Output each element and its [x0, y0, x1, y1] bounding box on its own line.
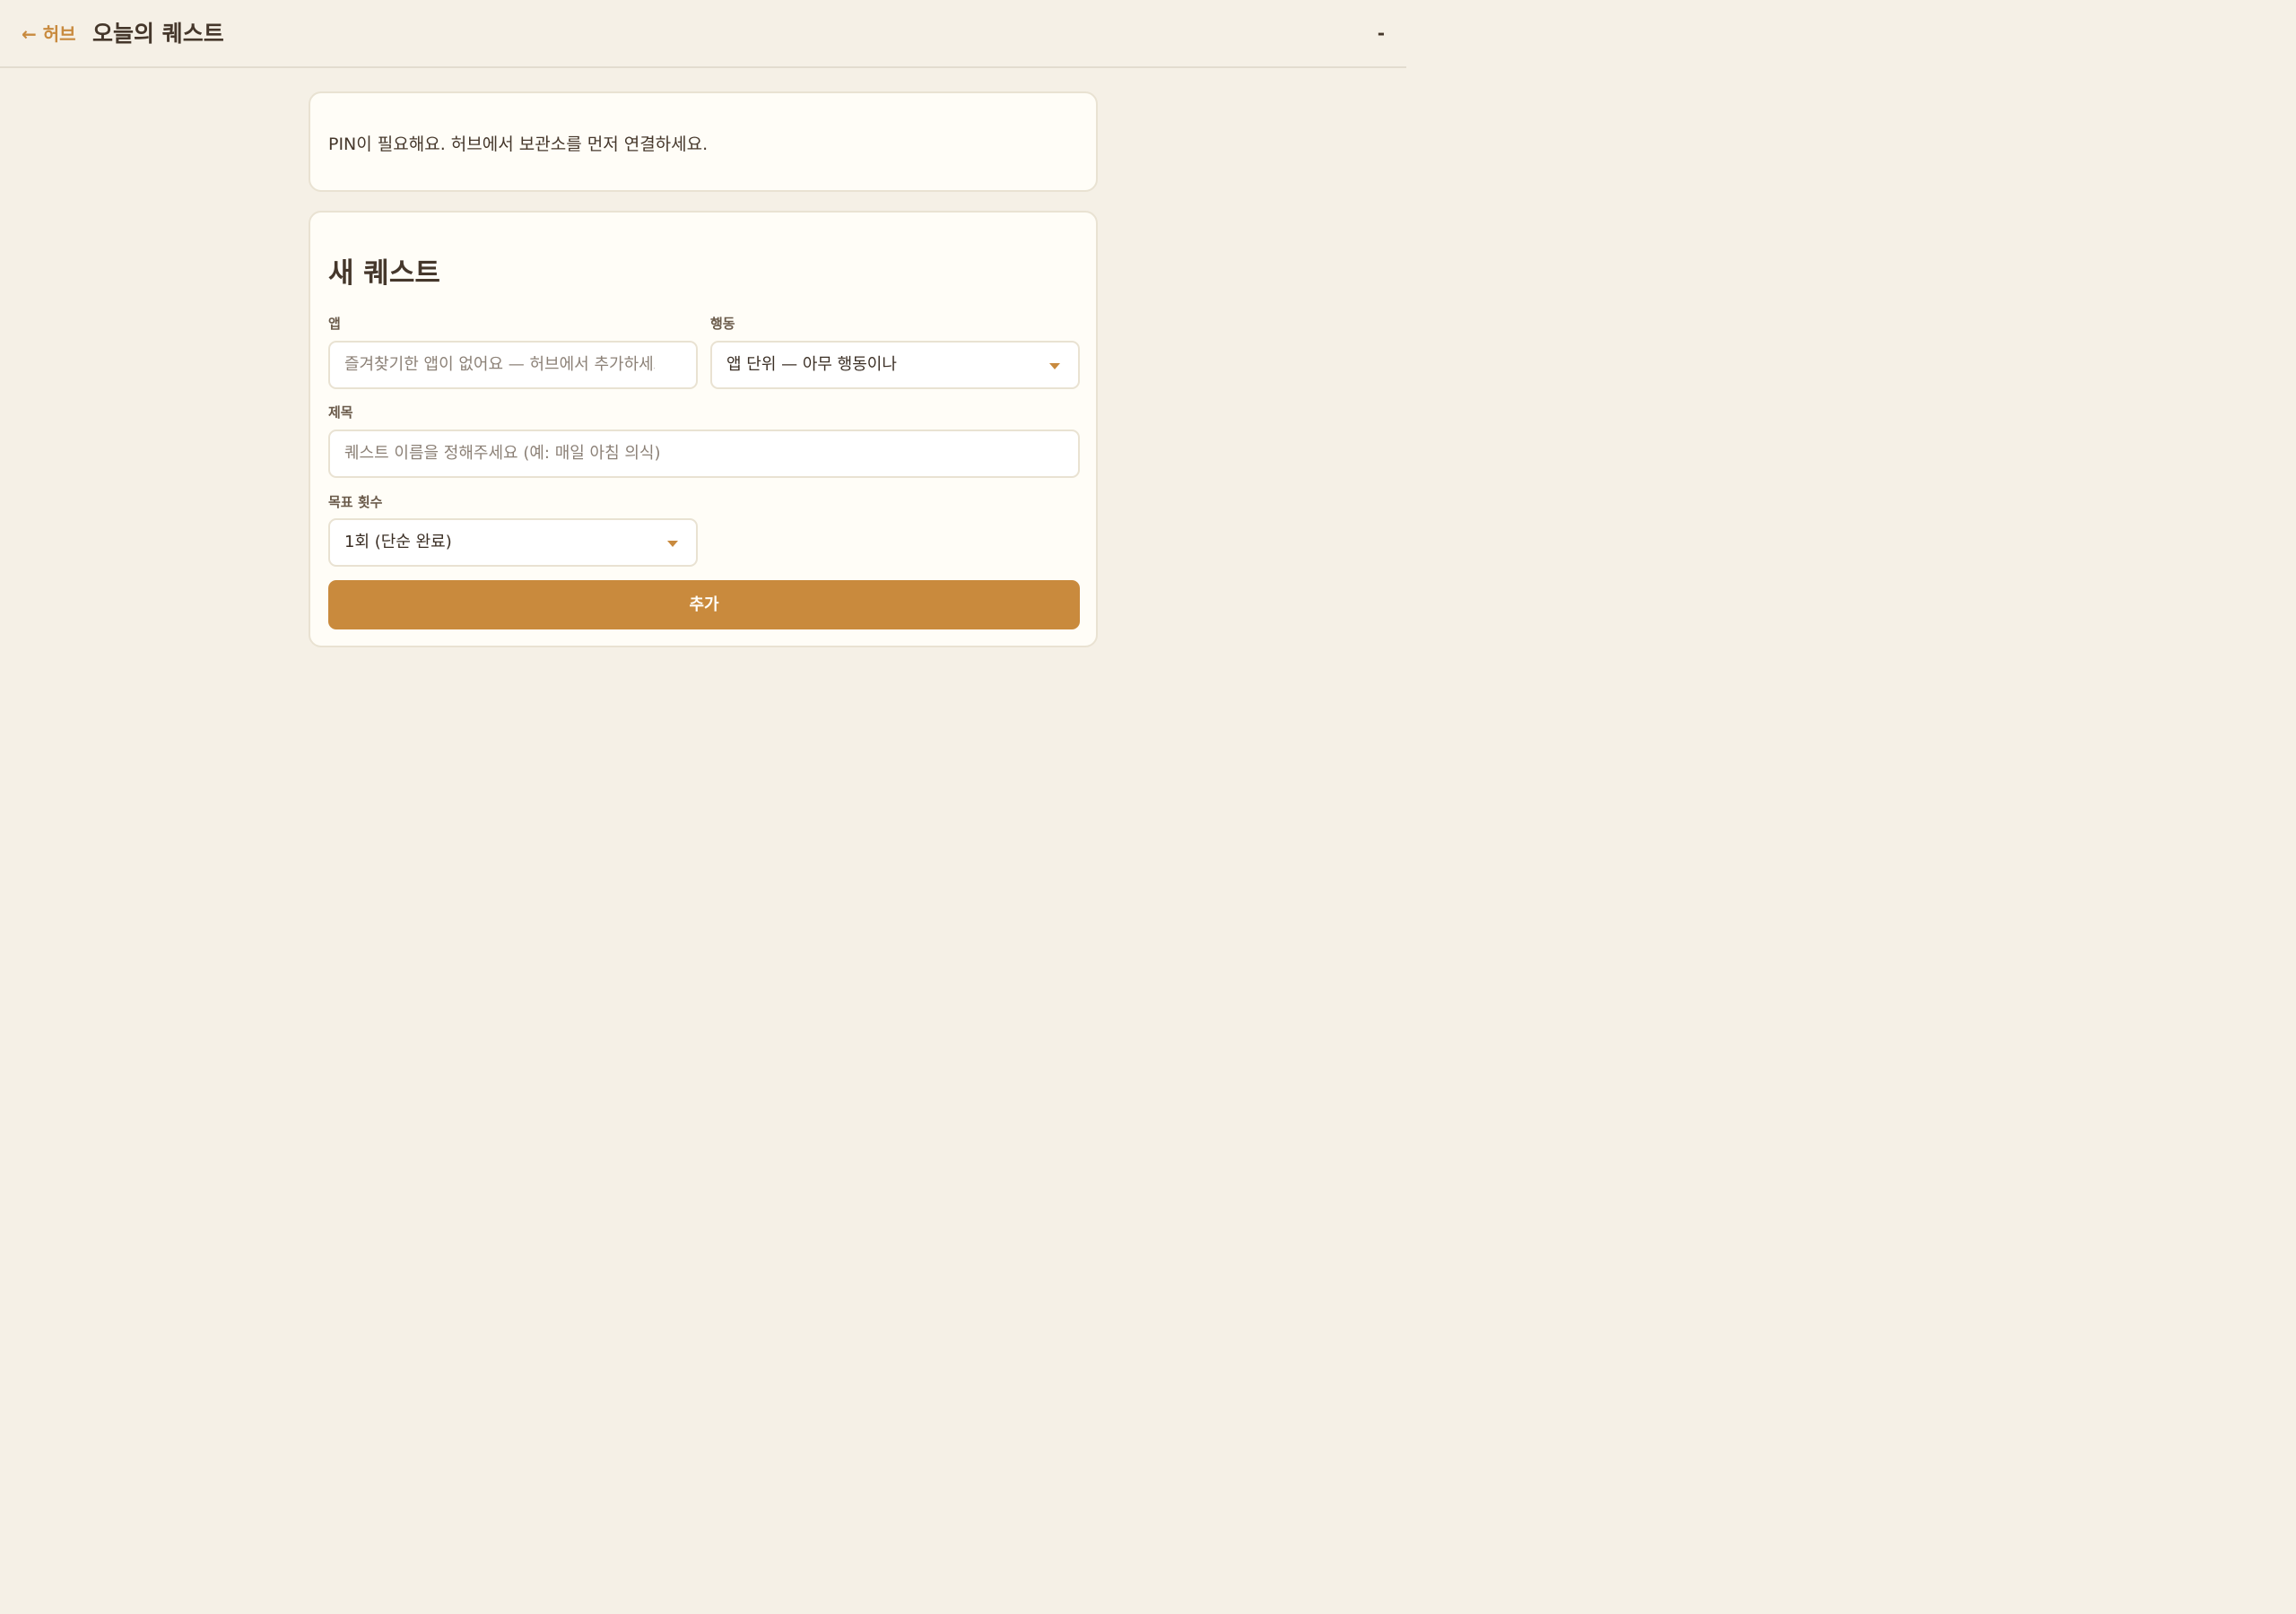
title-label: 제목 [328, 404, 353, 421]
page-title: 오늘의 퀘스트 [92, 21, 224, 47]
pin-notice-text: PIN이 필요해요. 허브에서 보관소를 먼저 연결하세요. [328, 134, 709, 154]
pin-notice-card: PIN이 필요해요. 허브에서 보관소를 먼저 연결하세요. [309, 91, 1098, 192]
action-select[interactable]: 앱 단위 — 아무 행동이나 [710, 341, 1080, 389]
chevron-down-icon [667, 541, 678, 547]
target-count-select[interactable]: 1회 (단순 완료) [328, 518, 698, 567]
quest-title-input[interactable]: 퀘스트 이름을 정해주세요 (예: 매일 아침 의식) [328, 430, 1080, 478]
top-bar: ← 허브 오늘의 퀘스트 - [0, 0, 1406, 68]
target-count-value: 1회 (단순 완료) [344, 533, 452, 551]
new-quest-form-card: 새 퀘스트 앱 즐겨찾기한 앱이 없어요 — 허브에서 추가하세요 행동 앱 단… [309, 211, 1098, 647]
form-title: 새 퀘스트 [328, 257, 440, 290]
chevron-down-icon [1049, 363, 1060, 369]
app-select-placeholder: 즐겨찾기한 앱이 없어요 — 허브에서 추가하세요 [344, 355, 655, 374]
app-select[interactable]: 즐겨찾기한 앱이 없어요 — 허브에서 추가하세요 [328, 341, 698, 389]
action-select-value: 앱 단위 — 아무 행동이나 [726, 355, 897, 374]
target-count-label: 목표 횟수 [328, 494, 383, 510]
header-status-indicator: - [1377, 22, 1385, 44]
back-to-hub-link[interactable]: ← 허브 [22, 22, 76, 47]
action-label: 행동 [710, 316, 735, 332]
add-quest-button[interactable]: 추가 [328, 580, 1080, 629]
quest-title-placeholder: 퀘스트 이름을 정해주세요 (예: 매일 아침 의식) [344, 444, 661, 463]
app-label: 앱 [328, 316, 341, 332]
